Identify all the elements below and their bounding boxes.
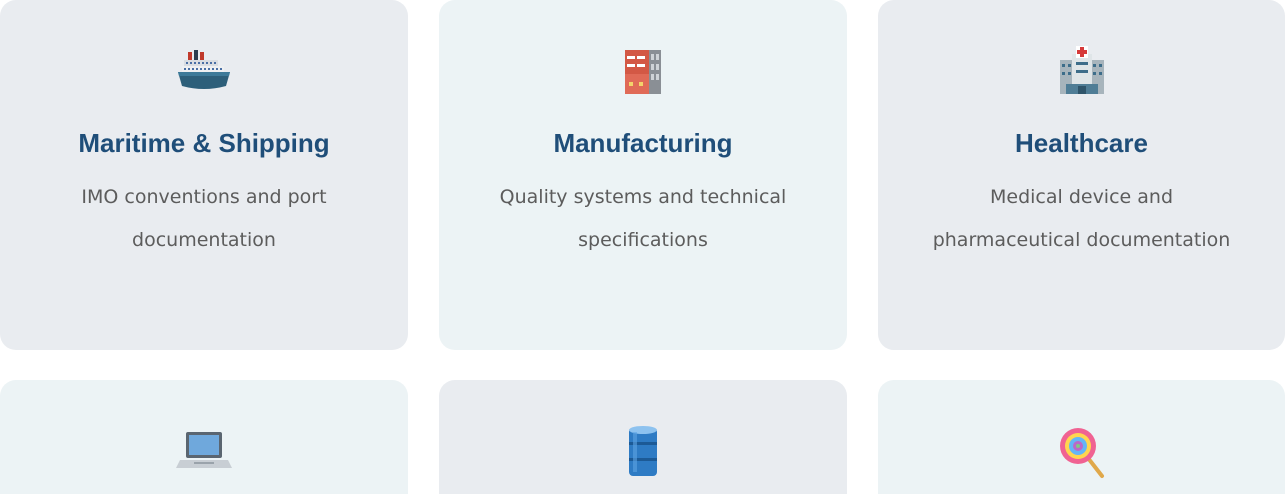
card-description: Medical device and pharmaceutical docume… xyxy=(932,186,1231,251)
card-title: Manufacturing xyxy=(553,128,733,158)
industry-card-food[interactable] xyxy=(878,380,1285,494)
ship-icon xyxy=(174,42,234,102)
industry-card-maritime[interactable]: Maritime & Shipping IMO conventions and … xyxy=(0,0,408,350)
lollipop-icon xyxy=(1052,422,1112,482)
industry-card-healthcare[interactable]: Healthcare Medical device and pharmaceut… xyxy=(878,0,1285,350)
industry-card-technology[interactable] xyxy=(0,380,408,494)
factory-icon xyxy=(613,42,673,102)
card-title: Healthcare xyxy=(1015,128,1148,158)
laptop-icon xyxy=(174,422,234,482)
card-title: Maritime & Shipping xyxy=(78,128,330,158)
industry-card-energy[interactable] xyxy=(439,380,847,494)
industries-grid: Maritime & Shipping IMO conventions and … xyxy=(0,0,1285,494)
oil-drum-icon xyxy=(613,422,673,482)
card-description: IMO conventions and port documentation xyxy=(81,186,327,251)
industry-card-manufacturing[interactable]: Manufacturing Quality systems and techni… xyxy=(439,0,847,350)
card-description: Quality systems and technical specificat… xyxy=(499,186,787,251)
hospital-icon xyxy=(1052,42,1112,102)
